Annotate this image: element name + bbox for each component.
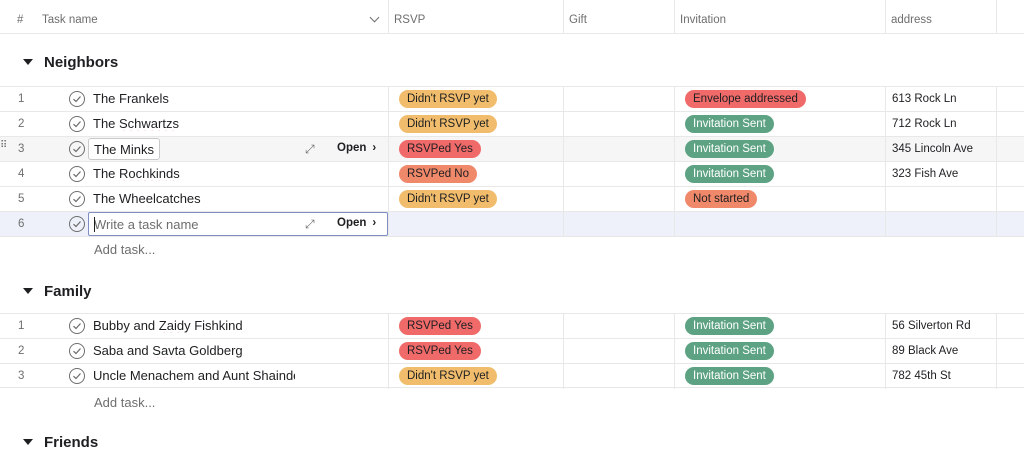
invitation-status-badge[interactable]: Not started	[685, 190, 758, 208]
task-name-misspelled-word: Zaidy	[158, 318, 191, 333]
rsvp-status-badge[interactable]: Didn't RSVP yet	[399, 367, 497, 385]
expand-arrows-icon[interactable]: ⤢	[305, 217, 315, 232]
chevron-right-icon: ›	[372, 217, 377, 229]
rsvp-status-badge[interactable]: RSVPed Yes	[399, 140, 481, 158]
row-number: 2	[18, 118, 25, 130]
invitation-status-badge[interactable]: Invitation Sent	[685, 165, 774, 183]
table-row[interactable]: 4 The Rochkinds RSVPed No Invitation Sen…	[0, 161, 1024, 187]
address-cell[interactable]: 712 Rock Ln	[892, 118, 957, 130]
rsvp-status-badge[interactable]: Didn't RSVP yet	[399, 115, 497, 133]
expand-arrows-icon[interactable]: ⤢	[305, 142, 315, 157]
task-name-misspelled-word: Schwartzs	[119, 116, 179, 131]
address-cell[interactable]: 323 Fish Ave	[892, 168, 958, 180]
address-cell[interactable]: 345 Lincoln Ave	[892, 143, 973, 155]
section-title[interactable]: Friends	[44, 434, 98, 451]
task-name[interactable]: Saba and Savta Goldberg	[93, 343, 243, 358]
caret-down-icon[interactable]	[23, 288, 33, 294]
column-header-rsvp[interactable]: RSVP	[388, 0, 563, 34]
rsvp-status-badge[interactable]: RSVPed Yes	[399, 342, 481, 360]
table-row[interactable]: 2 Saba and Savta Goldberg RSVPed Yes Inv…	[0, 338, 1024, 364]
check-circle-icon[interactable]	[69, 216, 85, 232]
task-name[interactable]: The Schwartzs	[93, 116, 179, 131]
row-number: 1	[18, 320, 25, 332]
section-title[interactable]: Neighbors	[44, 54, 118, 71]
column-divider	[388, 0, 389, 34]
open-label: Open	[337, 217, 367, 229]
address-cell[interactable]: 613 Rock Ln	[892, 93, 957, 105]
column-divider	[996, 0, 997, 34]
rsvp-status-badge[interactable]: Didn't RSVP yet	[399, 90, 497, 108]
column-divider	[563, 0, 564, 34]
check-circle-icon[interactable]	[69, 343, 85, 359]
task-name-misspelled-word: Rochkinds	[119, 166, 180, 181]
table-row[interactable]: 1 The Frankels Didn't RSVP yet Envelope …	[0, 86, 1024, 112]
column-header-address[interactable]: address	[885, 0, 996, 34]
column-header-invitation[interactable]: Invitation	[674, 0, 885, 34]
column-header-task-name[interactable]: Task name	[36, 0, 388, 34]
check-circle-icon[interactable]	[69, 191, 85, 207]
task-name-misspelled-word: Savta	[152, 343, 186, 358]
check-circle-icon[interactable]	[69, 141, 85, 157]
open-label: Open	[337, 142, 367, 154]
section-title[interactable]: Family	[44, 283, 92, 300]
column-header-row: # Task name RSVP Gift Invitation address	[0, 0, 1024, 34]
rsvp-status-badge[interactable]: Didn't RSVP yet	[399, 190, 497, 208]
column-divider	[674, 0, 675, 34]
invitation-status-badge[interactable]: Envelope addressed	[685, 90, 806, 108]
check-circle-icon[interactable]	[69, 166, 85, 182]
task-name[interactable]: The Wheelcatches	[93, 191, 201, 206]
task-name[interactable]: The Rochkinds	[93, 166, 180, 181]
task-name[interactable]: Uncle Menachem and Aunt Shainde	[93, 368, 295, 383]
row-divider	[0, 236, 1024, 237]
table-row[interactable]: 1 Bubby and Zaidy Fishkind RSVPed Yes In…	[0, 313, 1024, 339]
section-family[interactable]: Family	[0, 277, 1024, 307]
rsvp-status-badge[interactable]: RSVPed Yes	[399, 317, 481, 335]
open-details-button[interactable]: Open ›	[337, 217, 376, 229]
check-circle-icon[interactable]	[69, 116, 85, 132]
add-task-button[interactable]: Add task...	[94, 242, 155, 257]
invitation-status-badge[interactable]: Invitation Sent	[685, 317, 774, 335]
drag-handle-icon[interactable]: ⠿	[0, 141, 7, 151]
column-header-number: #	[17, 14, 24, 26]
table-row[interactable]: 5 The Wheelcatches Didn't RSVP yet Not s…	[0, 186, 1024, 212]
table-row[interactable]: 2 The Schwartzs Didn't RSVP yet Invitati…	[0, 111, 1024, 137]
address-cell[interactable]: 89 Black Ave	[892, 345, 958, 357]
task-name[interactable]: The Minks	[88, 138, 160, 160]
invitation-status-badge[interactable]: Invitation Sent	[685, 140, 774, 158]
table-row[interactable]: 3 Uncle Menachem and Aunt Shainde Didn't…	[0, 363, 1024, 389]
row-number: 1	[18, 93, 25, 105]
row-number: 6	[18, 218, 25, 230]
row-number: 5	[18, 193, 25, 205]
open-details-button[interactable]: Open ›	[337, 142, 376, 154]
invitation-status-badge[interactable]: Invitation Sent	[685, 115, 774, 133]
task-name[interactable]: Bubby and Zaidy Fishkind	[93, 318, 243, 333]
caret-down-icon[interactable]	[23, 59, 33, 65]
row-number: 4	[18, 168, 25, 180]
row-number: 2	[18, 345, 25, 357]
check-circle-icon[interactable]	[69, 91, 85, 107]
address-cell[interactable]: 782 45th St	[892, 370, 951, 382]
section-neighbors[interactable]: Neighbors	[0, 48, 1024, 78]
chevron-right-icon: ›	[372, 142, 377, 154]
invitation-status-badge[interactable]: Invitation Sent	[685, 367, 774, 385]
section-friends[interactable]: Friends	[0, 428, 1024, 458]
invitation-status-badge[interactable]: Invitation Sent	[685, 342, 774, 360]
check-circle-icon[interactable]	[69, 368, 85, 384]
check-circle-icon[interactable]	[69, 318, 85, 334]
caret-down-icon[interactable]	[23, 439, 33, 445]
column-divider	[885, 0, 886, 34]
column-header-gift[interactable]: Gift	[563, 0, 674, 34]
address-cell[interactable]: 56 Silverton Rd	[892, 320, 971, 332]
task-name[interactable]: The Frankels	[93, 91, 169, 106]
row-number: 3	[18, 370, 25, 382]
rsvp-status-badge[interactable]: RSVPed No	[399, 165, 478, 183]
table-row-new[interactable]: 6 Write a task name ⤢ Open ›	[0, 211, 1024, 237]
add-task-button[interactable]: Add task...	[94, 395, 155, 410]
row-number: 3	[18, 143, 25, 155]
table-row[interactable]: ⠿ 3 The Minks ⤢ Open › RSVPed Yes Invitat…	[0, 136, 1024, 162]
